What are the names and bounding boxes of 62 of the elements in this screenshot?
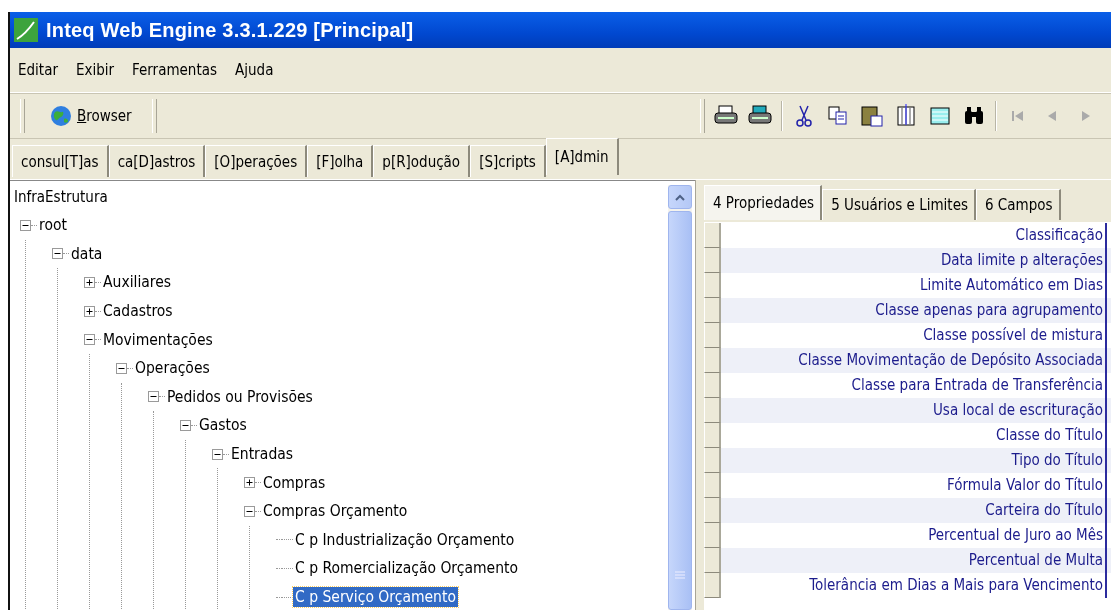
row-header[interactable] — [704, 248, 721, 273]
row-header[interactable] — [704, 223, 721, 248]
row-header[interactable] — [704, 298, 721, 323]
app-icon — [14, 18, 38, 42]
scroll-up-button[interactable] — [668, 185, 692, 209]
tab[interactable]: 6 Campos — [976, 189, 1061, 220]
menu-item[interactable]: Ferramentas — [130, 59, 220, 81]
tree-item[interactable]: Movimentações — [101, 329, 215, 350]
row-header[interactable] — [704, 348, 721, 373]
row-header[interactable] — [704, 423, 721, 448]
tree-item[interactable]: Gastos — [197, 415, 249, 436]
grip-icon — [675, 571, 685, 579]
browser-button[interactable]: Browser — [29, 98, 148, 134]
collapse-icon[interactable] — [84, 334, 95, 346]
collapse-icon[interactable] — [212, 448, 223, 460]
expand-icon[interactable] — [84, 277, 95, 288]
globe-icon — [49, 104, 73, 128]
collapse-icon[interactable] — [244, 505, 255, 517]
tree-item[interactable]: Auxiliares — [101, 272, 174, 293]
row-header[interactable] — [704, 548, 721, 573]
collapse-icon[interactable] — [20, 219, 31, 231]
tree-item[interactable]: C p Romercialização Orçamento — [293, 558, 520, 579]
tree-item[interactable]: Pedidos ou Provisões — [165, 386, 315, 407]
row-header[interactable] — [704, 498, 721, 523]
tab[interactable]: [F]olha — [307, 145, 374, 177]
tree-item[interactable]: Operações — [133, 358, 212, 379]
tree-item[interactable]: C p Industrialização Orçamento — [293, 529, 517, 550]
tree-item[interactable]: data — [69, 243, 105, 264]
menu-item[interactable]: Exibir — [73, 59, 117, 81]
tree-item[interactable]: Compras — [261, 472, 328, 493]
tab[interactable]: [O]perações — [205, 145, 308, 177]
tab[interactable]: [S]cripts — [470, 145, 546, 177]
row-header[interactable] — [704, 473, 721, 498]
tab[interactable]: ca[D]astros — [108, 145, 206, 177]
tab[interactable]: 5 Usuários e Limites — [822, 189, 976, 220]
tree-item[interactable]: C p Serviço Orçamento — [293, 587, 458, 607]
collapse-icon[interactable] — [116, 362, 127, 374]
row-header[interactable] — [704, 373, 721, 398]
tree-item[interactable]: Cadastros — [101, 301, 175, 322]
tab[interactable]: 4 Propriedades — [704, 185, 823, 220]
row-header[interactable] — [704, 398, 721, 423]
row-header[interactable] — [704, 273, 721, 298]
row-header[interactable] — [704, 523, 721, 548]
tab[interactable]: [A]dmin — [545, 138, 619, 175]
property-name: Tolerância em Dias a Mais para Vencimento — [721, 573, 1107, 598]
menu-item[interactable]: Editar — [16, 59, 60, 81]
collapse-icon[interactable] — [180, 419, 191, 431]
menu-item[interactable]: Ajuda — [233, 59, 276, 81]
tab[interactable]: consul[T]as — [12, 145, 109, 177]
tab[interactable]: p[R]odução — [373, 145, 471, 177]
window-title: Inteq Web Engine 3.3.1.229 [Principal] — [46, 18, 414, 42]
row-header[interactable] — [704, 448, 721, 473]
expand-icon[interactable] — [244, 477, 255, 489]
collapse-icon[interactable] — [52, 248, 63, 260]
tree-item[interactable]: Compras Orçamento — [261, 501, 410, 522]
expand-icon[interactable] — [84, 305, 95, 317]
tree-title: InfraEstrutura — [14, 187, 109, 208]
row-header[interactable] — [704, 323, 721, 348]
tree-item[interactable]: root — [37, 215, 69, 236]
collapse-icon[interactable] — [148, 391, 159, 403]
row-header[interactable] — [704, 573, 721, 598]
tree-item[interactable]: Entradas — [229, 444, 296, 465]
